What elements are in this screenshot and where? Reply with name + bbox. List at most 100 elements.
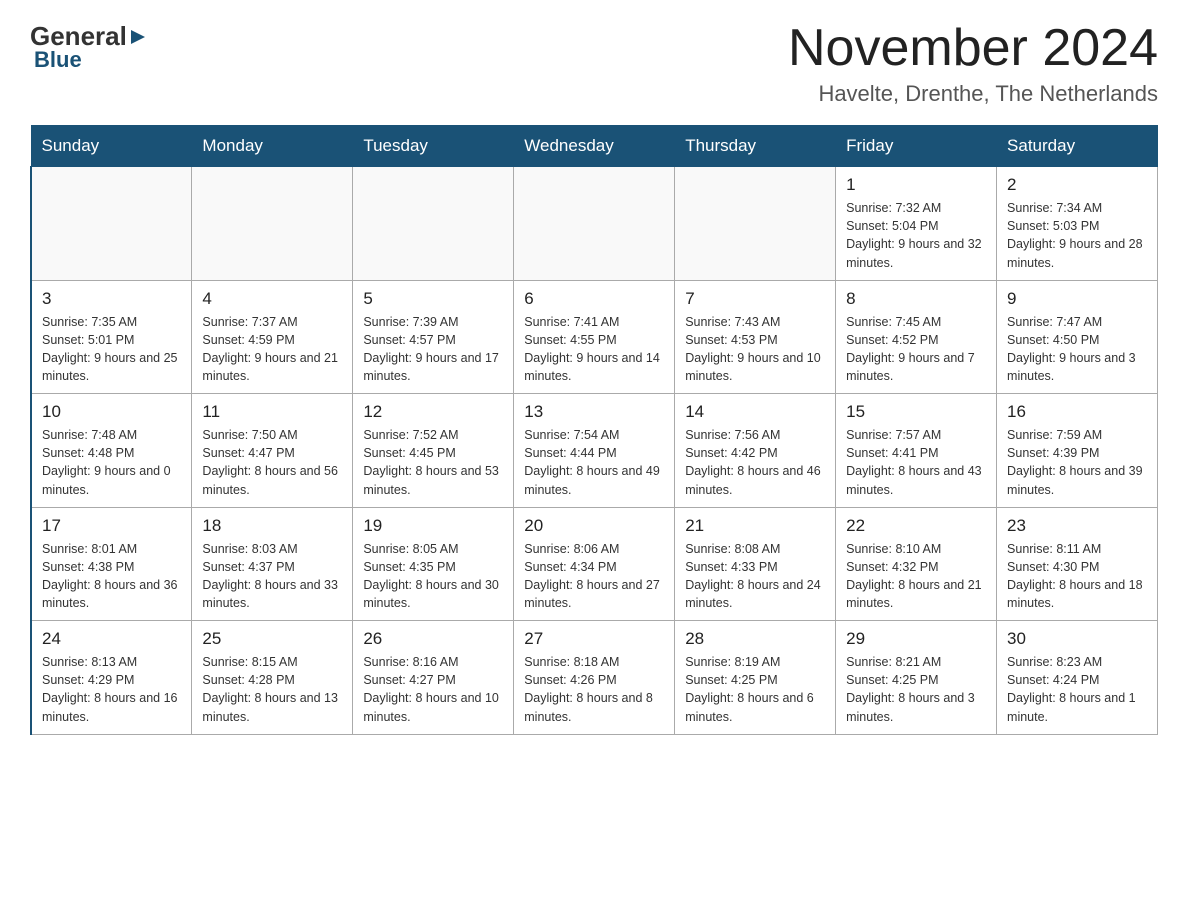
day-info: Sunrise: 7:54 AMSunset: 4:44 PMDaylight:… xyxy=(524,426,664,499)
day-number: 6 xyxy=(524,289,664,309)
day-number: 2 xyxy=(1007,175,1147,195)
weekday-header-wednesday: Wednesday xyxy=(514,126,675,167)
weekday-header-row: SundayMondayTuesdayWednesdayThursdayFrid… xyxy=(31,126,1158,167)
day-number: 10 xyxy=(42,402,181,422)
day-info: Sunrise: 7:56 AMSunset: 4:42 PMDaylight:… xyxy=(685,426,825,499)
calendar-table: SundayMondayTuesdayWednesdayThursdayFrid… xyxy=(30,125,1158,735)
day-number: 18 xyxy=(202,516,342,536)
day-number: 11 xyxy=(202,402,342,422)
calendar-cell: 23 Sunrise: 8:11 AMSunset: 4:30 PMDayligh… xyxy=(997,507,1158,621)
day-info: Sunrise: 8:11 AMSunset: 4:30 PMDaylight:… xyxy=(1007,540,1147,613)
day-number: 24 xyxy=(42,629,181,649)
day-number: 14 xyxy=(685,402,825,422)
day-info: Sunrise: 8:15 AMSunset: 4:28 PMDaylight:… xyxy=(202,653,342,726)
day-info: Sunrise: 8:03 AMSunset: 4:37 PMDaylight:… xyxy=(202,540,342,613)
calendar-cell: 17 Sunrise: 8:01 AMSunset: 4:38 PMDayligh… xyxy=(31,507,192,621)
day-info: Sunrise: 7:48 AMSunset: 4:48 PMDaylight:… xyxy=(42,426,181,499)
logo-blue-text: Blue xyxy=(34,47,82,72)
calendar-cell xyxy=(353,167,514,281)
title-block: November 2024 Havelte, Drenthe, The Neth… xyxy=(788,20,1158,107)
page-header: General Blue November 2024 Havelte, Dren… xyxy=(30,20,1158,107)
calendar-cell xyxy=(514,167,675,281)
weekday-header-tuesday: Tuesday xyxy=(353,126,514,167)
day-info: Sunrise: 7:45 AMSunset: 4:52 PMDaylight:… xyxy=(846,313,986,386)
calendar-cell: 18 Sunrise: 8:03 AMSunset: 4:37 PMDayligh… xyxy=(192,507,353,621)
day-number: 5 xyxy=(363,289,503,309)
calendar-cell: 25 Sunrise: 8:15 AMSunset: 4:28 PMDayligh… xyxy=(192,621,353,735)
calendar-cell: 19 Sunrise: 8:05 AMSunset: 4:35 PMDayligh… xyxy=(353,507,514,621)
calendar-cell xyxy=(192,167,353,281)
day-number: 26 xyxy=(363,629,503,649)
calendar-cell: 29 Sunrise: 8:21 AMSunset: 4:25 PMDayligh… xyxy=(836,621,997,735)
day-info: Sunrise: 7:59 AMSunset: 4:39 PMDaylight:… xyxy=(1007,426,1147,499)
day-number: 3 xyxy=(42,289,181,309)
calendar-cell: 26 Sunrise: 8:16 AMSunset: 4:27 PMDayligh… xyxy=(353,621,514,735)
day-info: Sunrise: 7:50 AMSunset: 4:47 PMDaylight:… xyxy=(202,426,342,499)
calendar-cell: 4Sunrise: 7:37 AMSunset: 4:59 PMDaylight… xyxy=(192,280,353,394)
calendar-cell: 9 Sunrise: 7:47 AMSunset: 4:50 PMDaylight… xyxy=(997,280,1158,394)
day-number: 17 xyxy=(42,516,181,536)
calendar-cell: 21 Sunrise: 8:08 AMSunset: 4:33 PMDayligh… xyxy=(675,507,836,621)
day-number: 27 xyxy=(524,629,664,649)
calendar-cell: 5 Sunrise: 7:39 AMSunset: 4:57 PMDaylight… xyxy=(353,280,514,394)
calendar-cell xyxy=(31,167,192,281)
day-info: Sunrise: 8:01 AMSunset: 4:38 PMDaylight:… xyxy=(42,540,181,613)
day-number: 9 xyxy=(1007,289,1147,309)
week-row-3: 10 Sunrise: 7:48 AMSunset: 4:48 PMDayligh… xyxy=(31,394,1158,508)
calendar-cell: 2 Sunrise: 7:34 AMSunset: 5:03 PMDaylight… xyxy=(997,167,1158,281)
calendar-cell: 3 Sunrise: 7:35 AMSunset: 5:01 PMDaylight… xyxy=(31,280,192,394)
calendar-cell: 30Sunrise: 8:23 AMSunset: 4:24 PMDayligh… xyxy=(997,621,1158,735)
day-number: 7 xyxy=(685,289,825,309)
logo: General Blue xyxy=(30,20,147,73)
day-info: Sunrise: 7:41 AMSunset: 4:55 PMDaylight:… xyxy=(524,313,664,386)
calendar-cell: 24 Sunrise: 8:13 AMSunset: 4:29 PMDayligh… xyxy=(31,621,192,735)
calendar-cell: 20Sunrise: 8:06 AMSunset: 4:34 PMDayligh… xyxy=(514,507,675,621)
week-row-5: 24 Sunrise: 8:13 AMSunset: 4:29 PMDayligh… xyxy=(31,621,1158,735)
day-info: Sunrise: 7:37 AMSunset: 4:59 PMDaylight:… xyxy=(202,313,342,386)
day-info: Sunrise: 7:34 AMSunset: 5:03 PMDaylight:… xyxy=(1007,199,1147,272)
day-info: Sunrise: 8:16 AMSunset: 4:27 PMDaylight:… xyxy=(363,653,503,726)
day-info: Sunrise: 8:05 AMSunset: 4:35 PMDaylight:… xyxy=(363,540,503,613)
day-number: 12 xyxy=(363,402,503,422)
calendar-cell: 12 Sunrise: 7:52 AMSunset: 4:45 PMDayligh… xyxy=(353,394,514,508)
calendar-cell: 10 Sunrise: 7:48 AMSunset: 4:48 PMDayligh… xyxy=(31,394,192,508)
logo-arrow-icon xyxy=(129,22,147,53)
day-info: Sunrise: 8:13 AMSunset: 4:29 PMDaylight:… xyxy=(42,653,181,726)
week-row-4: 17 Sunrise: 8:01 AMSunset: 4:38 PMDayligh… xyxy=(31,507,1158,621)
day-info: Sunrise: 7:35 AMSunset: 5:01 PMDaylight:… xyxy=(42,313,181,386)
day-info: Sunrise: 8:21 AMSunset: 4:25 PMDaylight:… xyxy=(846,653,986,726)
calendar-cell: 6 Sunrise: 7:41 AMSunset: 4:55 PMDaylight… xyxy=(514,280,675,394)
week-row-1: 1 Sunrise: 7:32 AMSunset: 5:04 PMDaylight… xyxy=(31,167,1158,281)
weekday-header-friday: Friday xyxy=(836,126,997,167)
calendar-cell: 7Sunrise: 7:43 AMSunset: 4:53 PMDaylight… xyxy=(675,280,836,394)
day-number: 19 xyxy=(363,516,503,536)
calendar-cell: 27 Sunrise: 8:18 AMSunset: 4:26 PMDayligh… xyxy=(514,621,675,735)
day-number: 22 xyxy=(846,516,986,536)
day-info: Sunrise: 8:08 AMSunset: 4:33 PMDaylight:… xyxy=(685,540,825,613)
day-number: 23 xyxy=(1007,516,1147,536)
day-info: Sunrise: 8:19 AMSunset: 4:25 PMDaylight:… xyxy=(685,653,825,726)
day-info: Sunrise: 8:10 AMSunset: 4:32 PMDaylight:… xyxy=(846,540,986,613)
day-number: 21 xyxy=(685,516,825,536)
weekday-header-saturday: Saturday xyxy=(997,126,1158,167)
day-number: 16 xyxy=(1007,402,1147,422)
day-number: 25 xyxy=(202,629,342,649)
calendar-cell: 1 Sunrise: 7:32 AMSunset: 5:04 PMDaylight… xyxy=(836,167,997,281)
day-number: 1 xyxy=(846,175,986,195)
day-number: 13 xyxy=(524,402,664,422)
day-number: 30 xyxy=(1007,629,1147,649)
day-number: 8 xyxy=(846,289,986,309)
weekday-header-sunday: Sunday xyxy=(31,126,192,167)
day-info: Sunrise: 7:47 AMSunset: 4:50 PMDaylight:… xyxy=(1007,313,1147,386)
day-info: Sunrise: 7:32 AMSunset: 5:04 PMDaylight:… xyxy=(846,199,986,272)
day-info: Sunrise: 7:39 AMSunset: 4:57 PMDaylight:… xyxy=(363,313,503,386)
calendar-cell: 22 Sunrise: 8:10 AMSunset: 4:32 PMDayligh… xyxy=(836,507,997,621)
day-info: Sunrise: 8:18 AMSunset: 4:26 PMDaylight:… xyxy=(524,653,664,726)
calendar-cell: 11 Sunrise: 7:50 AMSunset: 4:47 PMDayligh… xyxy=(192,394,353,508)
day-info: Sunrise: 7:52 AMSunset: 4:45 PMDaylight:… xyxy=(363,426,503,499)
day-number: 29 xyxy=(846,629,986,649)
week-row-2: 3 Sunrise: 7:35 AMSunset: 5:01 PMDaylight… xyxy=(31,280,1158,394)
month-title: November 2024 xyxy=(788,20,1158,77)
calendar-cell: 28 Sunrise: 8:19 AMSunset: 4:25 PMDayligh… xyxy=(675,621,836,735)
day-number: 28 xyxy=(685,629,825,649)
